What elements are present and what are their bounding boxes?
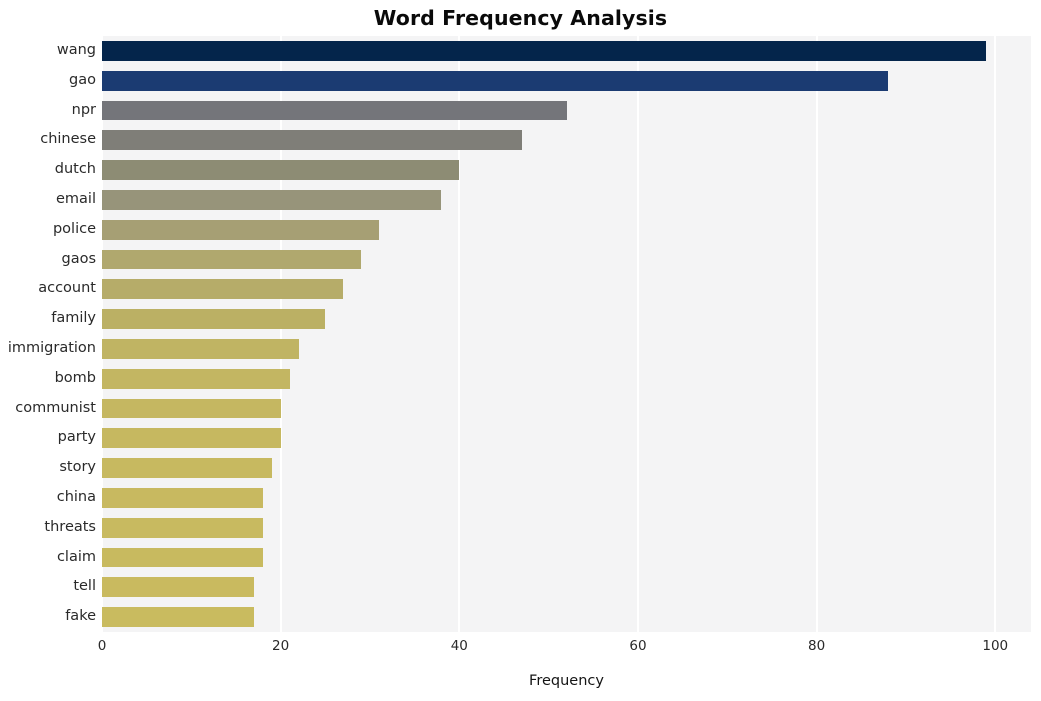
y-tick-label-immigration: immigration [7, 339, 96, 356]
y-tick-label-dutch: dutch [54, 161, 96, 178]
y-tick-label-police: police [52, 220, 96, 237]
bar-row [102, 219, 1031, 240]
x-tick-label-80: 80 [808, 638, 826, 654]
y-tick-label-chinese: chinese [40, 131, 96, 148]
bar-row [102, 488, 1031, 508]
x-tick-label-100: 100 [982, 638, 1009, 654]
x-tick-label-20: 20 [272, 638, 290, 654]
word-frequency-chart-figure: Word Frequency Analysis wang gao npr chines… [0, 0, 1041, 701]
bar-account [102, 279, 344, 300]
x-tick-label-0: 0 [97, 638, 107, 654]
x-axis-title: Frequency [529, 673, 604, 689]
bar-npr [102, 100, 567, 121]
x-tick-label-40: 40 [450, 638, 468, 654]
bar-story [102, 458, 272, 478]
bar-gaos [102, 249, 362, 270]
bar-row [102, 309, 1031, 329]
bar-row [102, 160, 1031, 180]
bar-family [102, 309, 326, 329]
plot-area [101, 36, 1031, 632]
bar-chinese [102, 130, 522, 151]
bar-row [102, 190, 1031, 210]
y-tick-label-family: family [51, 310, 96, 327]
bar-row [102, 577, 1031, 598]
bar-row [102, 547, 1031, 568]
y-tick-label-gaos: gaos [61, 250, 96, 267]
y-tick-label-email: email [56, 190, 96, 207]
y-tick-label-threats: threats [44, 518, 96, 535]
bars-layer [102, 36, 1031, 632]
bar-email [102, 190, 442, 210]
bar-row [102, 428, 1031, 449]
page-title: Word Frequency Analysis [373, 6, 668, 30]
bar-row [102, 279, 1031, 300]
bar-row [102, 607, 1031, 627]
bar-row [102, 41, 1031, 61]
y-tick-label-tell: tell [73, 578, 96, 595]
bar-row [102, 517, 1031, 538]
bar-claim [102, 547, 263, 568]
bar-row [102, 398, 1031, 419]
y-tick-label-claim: claim [56, 548, 96, 565]
bar-fake [102, 607, 254, 627]
y-tick-label-fake: fake [65, 608, 96, 625]
bar-row [102, 339, 1031, 359]
bar-row [102, 70, 1031, 91]
bar-immigration [102, 339, 299, 359]
x-axis-tick-labels: 0 20 40 60 80 100 [0, 638, 1041, 662]
bar-row [102, 130, 1031, 151]
bar-communist [102, 398, 281, 419]
bar-row [102, 458, 1031, 478]
bar-bomb [102, 368, 290, 389]
bar-row [102, 368, 1031, 389]
bar-row [102, 249, 1031, 270]
bar-threats [102, 517, 263, 538]
y-axis-tick-labels: wang gao npr chinese dutch email police gaos acc… [0, 36, 96, 632]
bar-dutch [102, 160, 460, 180]
bar-party [102, 428, 281, 449]
bar-police [102, 219, 379, 240]
x-tick-label-60: 60 [629, 638, 647, 654]
y-tick-label-party: party [57, 429, 96, 446]
bar-china [102, 488, 263, 508]
bar-wang [102, 41, 987, 61]
y-tick-label-bomb: bomb [54, 369, 96, 386]
y-tick-label-china: china [56, 488, 96, 505]
y-tick-label-wang: wang [56, 41, 96, 58]
bar-tell [102, 577, 254, 598]
y-tick-label-gao: gao [69, 71, 96, 88]
bar-row [102, 100, 1031, 121]
y-tick-label-npr: npr [71, 101, 96, 118]
y-tick-label-story: story [59, 459, 96, 476]
y-tick-label-account: account [38, 280, 96, 297]
y-tick-label-communist: communist [15, 399, 96, 416]
bar-gao [102, 70, 889, 91]
